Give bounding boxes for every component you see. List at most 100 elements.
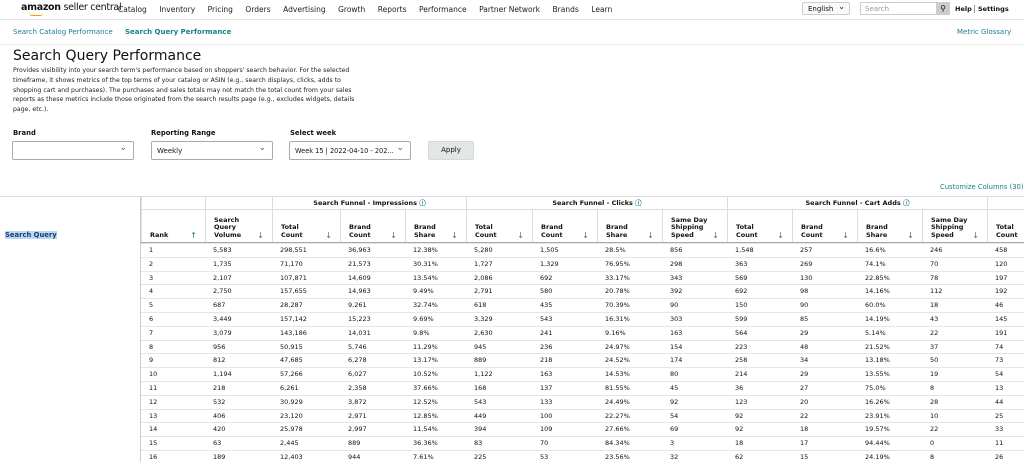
sort-descending-icon[interactable]: ↓: [907, 231, 914, 240]
table-cell: 16: [149, 453, 158, 461]
tab-search-query-performance[interactable]: Search Query Performance: [125, 28, 231, 36]
column-header-label: Search Query Volume: [214, 215, 242, 239]
column-header-label: Total Count: [475, 223, 497, 239]
sort-descending-icon[interactable]: ↓: [972, 231, 979, 240]
sort-descending-icon[interactable]: ↓: [325, 231, 332, 240]
info-icon[interactable]: ⓘ: [901, 199, 910, 207]
nav-pricing[interactable]: Pricing: [208, 5, 233, 14]
table-row: [141, 381, 1024, 395]
table-row: [141, 367, 1024, 381]
nav-brands[interactable]: Brands: [553, 5, 579, 14]
table-cell: 15: [800, 453, 809, 461]
column-header[interactable]: Total Count ↓: [466, 210, 532, 242]
metric-glossary-link[interactable]: Metric Glossary: [957, 28, 1011, 36]
group-header-label: Search Funnel - Impressions: [313, 199, 417, 207]
column-header[interactable]: Rank ↑: [141, 196, 205, 242]
apply-button[interactable]: Apply: [428, 141, 474, 160]
sort-descending-icon[interactable]: ↓: [842, 231, 849, 240]
info-icon[interactable]: ⓘ: [417, 199, 426, 207]
table-cell: 1: [149, 246, 154, 254]
column-header[interactable]: Total Count ↓: [272, 210, 340, 242]
column-header[interactable]: Same Day Shipping Speed ↓: [922, 210, 987, 242]
tab-search-catalog-performance[interactable]: Search Catalog Performance: [13, 28, 113, 36]
table-cell: 143,186: [280, 328, 307, 337]
table-cell: 32.74%: [413, 301, 438, 310]
table-cell: 21.52%: [865, 342, 890, 351]
table-cell: 9.49%: [413, 287, 434, 296]
sort-descending-icon[interactable]: ↓: [451, 231, 458, 240]
help-link[interactable]: Help: [955, 5, 972, 13]
table-cell: 69: [670, 425, 679, 434]
select-week-select[interactable]: Week 15 | 2022-04-10 - 202...: [289, 141, 411, 160]
table-cell: 197: [995, 273, 1008, 282]
brand-select[interactable]: [12, 141, 134, 160]
sort-descending-icon[interactable]: ↓: [390, 231, 397, 240]
sort-descending-icon[interactable]: ↓: [647, 231, 654, 240]
table-row: [141, 422, 1024, 436]
table-cell: 22.27%: [605, 411, 630, 420]
table-cell: 168: [474, 384, 487, 392]
table-cell: 157,142: [280, 315, 307, 323]
table-cell: 6,278: [348, 356, 367, 365]
amazon-seller-central-logo[interactable]: amazon seller central: [21, 2, 122, 16]
table-cell: 18: [800, 425, 809, 434]
search-input[interactable]: Search: [860, 2, 937, 15]
table-cell: 27: [800, 384, 809, 392]
info-icon[interactable]: ⓘ: [633, 199, 642, 207]
column-header[interactable]: Brand Count ↓: [340, 210, 405, 242]
nav-growth[interactable]: Growth: [338, 5, 365, 14]
nav-catalog[interactable]: Catalog: [118, 5, 147, 14]
column-header[interactable]: Brand Share ↓: [405, 210, 466, 242]
table-cell: 9: [149, 356, 154, 365]
column-header[interactable]: Brand Share ↓: [597, 210, 662, 242]
nav-partner-network[interactable]: Partner Network: [479, 5, 540, 14]
nav-inventory[interactable]: Inventory: [159, 5, 195, 14]
column-header[interactable]: Brand Share ↓: [857, 210, 922, 242]
table-row: [141, 325, 1024, 340]
column-header[interactable]: Search Query Volume ↓: [205, 196, 272, 242]
table-cell: 218: [540, 356, 553, 365]
language-select[interactable]: English: [802, 2, 850, 15]
sort-ascending-icon[interactable]: ↑: [190, 231, 197, 240]
nav-reports[interactable]: Reports: [378, 5, 407, 14]
main-nav: Catalog Inventory Pricing Orders Advertising…: [118, 5, 625, 14]
table-row: [141, 256, 1024, 271]
table-cell: 13.55%: [865, 370, 890, 379]
table-cell: 123: [735, 397, 748, 406]
nav-performance[interactable]: Performance: [419, 5, 467, 14]
table-cell: 2,358: [348, 384, 367, 392]
column-header[interactable]: Same Day Shipping Speed ↓: [662, 210, 727, 242]
table-cell: 43: [930, 315, 939, 323]
column-header[interactable]: Total Count: [987, 210, 1024, 242]
nav-advertising[interactable]: Advertising: [283, 5, 325, 14]
table-cell: 32: [670, 453, 679, 461]
sort-descending-icon[interactable]: ↓: [777, 231, 784, 240]
column-header-label: Brand Count: [349, 223, 371, 239]
table-cell: 48: [800, 342, 809, 351]
table-cell: 3,449: [213, 315, 232, 323]
search-query-header[interactable]: Search Query: [5, 231, 57, 239]
column-header-label: Rank: [150, 230, 169, 239]
table-cell: 16.31%: [605, 315, 630, 323]
reporting-range-select[interactable]: Weekly: [151, 141, 273, 160]
table-cell: 22: [930, 425, 939, 434]
table-cell: 15,223: [348, 315, 371, 323]
sort-descending-icon[interactable]: ↓: [517, 231, 524, 240]
column-header[interactable]: Brand Count ↓: [792, 210, 857, 242]
table-cell: 2: [149, 259, 154, 268]
table-cell: 569: [735, 273, 748, 282]
column-header-label: Total Count: [736, 223, 758, 239]
table-cell: 2,086: [474, 273, 493, 282]
table-cell: 46: [995, 301, 1004, 310]
sort-descending-icon[interactable]: ↓: [712, 231, 719, 240]
settings-link[interactable]: Settings: [974, 5, 1009, 13]
nav-orders[interactable]: Orders: [245, 5, 270, 14]
nav-learn[interactable]: Learn: [591, 5, 612, 14]
table-cell: 83: [474, 439, 483, 448]
sort-descending-icon[interactable]: ↓: [257, 231, 264, 240]
column-header[interactable]: Total Count ↓: [727, 210, 792, 242]
sort-descending-icon[interactable]: ↓: [582, 231, 589, 240]
search-icon[interactable]: ⚲: [936, 2, 950, 15]
customize-columns-link[interactable]: Customize Columns (30): [940, 183, 1024, 191]
column-header[interactable]: Brand Count ↓: [532, 210, 597, 242]
